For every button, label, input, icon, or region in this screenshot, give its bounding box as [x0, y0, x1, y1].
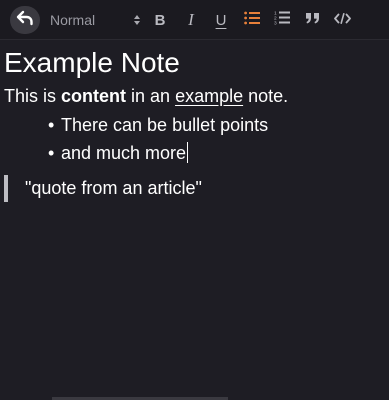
- underline-icon: U: [215, 11, 227, 29]
- bold-icon: B: [154, 11, 166, 29]
- text-cursor: [187, 142, 189, 163]
- bullet-dot: •: [48, 115, 55, 135]
- underline-button[interactable]: U: [210, 8, 232, 32]
- note-paragraph: This is content in an example note.: [4, 84, 385, 108]
- bulleted-list-button[interactable]: [241, 8, 263, 32]
- numbered-list-button[interactable]: 1 2 3: [271, 8, 293, 32]
- bulleted-list-icon: [244, 11, 260, 30]
- note-editor[interactable]: Example Note This is content in an examp…: [4, 46, 385, 202]
- list-item-text: and much more: [61, 143, 187, 163]
- block-type-label: Normal: [50, 12, 96, 28]
- note-title: Example Note: [4, 47, 180, 78]
- italic-icon: I: [188, 10, 194, 29]
- blockquote: "quote from an article": [4, 175, 325, 202]
- code-icon: [333, 11, 351, 29]
- list-item: • There can be bullet points: [4, 111, 385, 139]
- bullet-dot: •: [48, 143, 55, 163]
- paragraph-text-middle: in an: [126, 86, 176, 106]
- paragraph-text-end: note.: [243, 86, 289, 106]
- svg-text:3: 3: [274, 21, 277, 26]
- editor-toolbar: Normal B I U 1 2 3: [0, 0, 389, 40]
- list-item-text: There can be bullet points: [61, 115, 269, 135]
- bold-button[interactable]: B: [149, 8, 171, 32]
- updown-chevron-icon: [132, 13, 142, 27]
- numbered-list-icon: 1 2 3: [274, 10, 290, 30]
- italic-button[interactable]: I: [180, 8, 202, 32]
- quote-icon: [305, 11, 320, 29]
- bold-text: content: [61, 86, 127, 106]
- code-button[interactable]: [331, 8, 353, 32]
- bullet-list: • There can be bullet points • and much mo…: [4, 111, 385, 167]
- quote-button[interactable]: [301, 8, 323, 32]
- undo-arrow-icon: [16, 10, 34, 31]
- underlined-text: example: [175, 86, 244, 106]
- back-button[interactable]: [10, 6, 40, 34]
- block-type-select[interactable]: Normal: [50, 9, 142, 31]
- list-item: • and much more: [4, 139, 385, 167]
- paragraph-text-start: This is: [4, 86, 62, 106]
- quote-text: "quote from an article": [25, 178, 202, 198]
